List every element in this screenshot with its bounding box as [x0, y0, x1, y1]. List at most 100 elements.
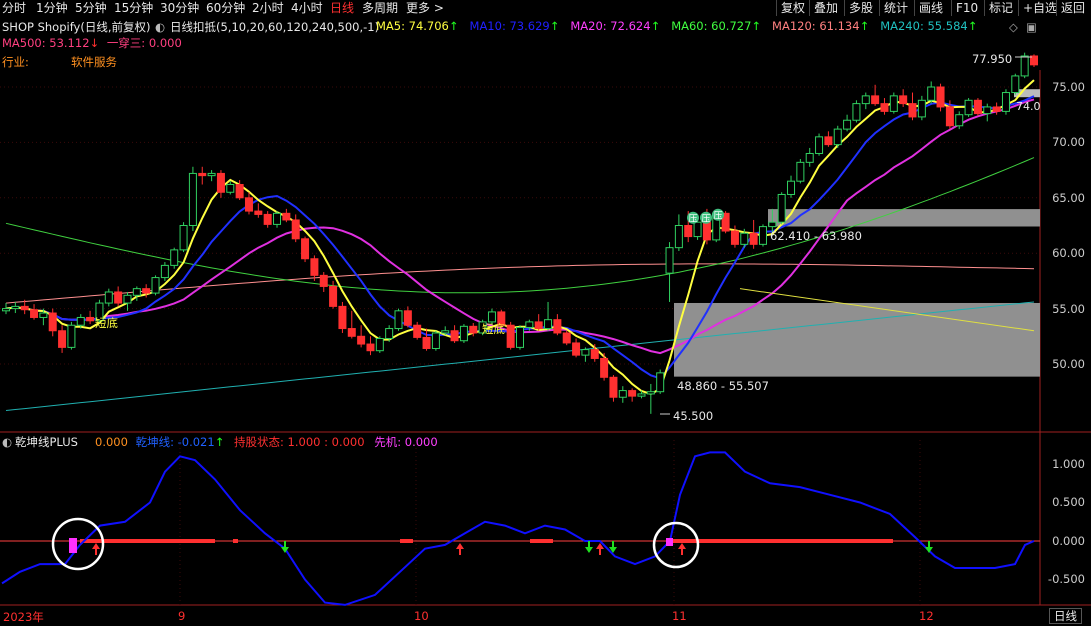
candle-body: [618, 390, 627, 398]
candle-body: [394, 310, 403, 330]
candle-body: [973, 99, 982, 115]
period-indicator-button[interactable]: 日线: [1049, 608, 1082, 624]
xianji-bar: [69, 538, 77, 553]
qiankun-line: [1, 451, 1035, 606]
candle-body: [553, 319, 562, 334]
candle-body: [628, 390, 637, 397]
candle-body: [702, 221, 711, 241]
candle-body: [646, 391, 655, 395]
candle-body: [2, 308, 10, 312]
candle-body: [329, 285, 338, 307]
sub-indicator-title: 乾坤线PLUS: [15, 435, 78, 449]
high-price-label: 77.950: [972, 52, 1013, 66]
candle-body: [749, 232, 758, 245]
holding-bar: [80, 539, 215, 543]
candle-body: [544, 319, 553, 330]
candle-body: [572, 342, 581, 356]
buy-arrow-icon: [456, 543, 464, 555]
holding-bar: [233, 539, 238, 543]
candle-body: [861, 95, 870, 105]
candle-body: [955, 114, 964, 127]
candle-body: [1001, 92, 1010, 112]
candle-body: [170, 249, 179, 266]
zone-upper-label: 62.410 - 63.980: [770, 229, 862, 243]
candle-body: [48, 312, 57, 332]
x-label-oct: 10: [414, 609, 429, 623]
x-label-nov: 11: [672, 609, 687, 623]
sub-y-label-05: 0.500: [1052, 495, 1085, 509]
candle-body: [730, 230, 739, 245]
candle-body: [796, 161, 805, 182]
candle-body: [516, 326, 524, 348]
zone-lower-label: 48.860 - 55.507: [677, 379, 769, 393]
xianji-bar: [666, 538, 673, 546]
sub-value-0: 0.000: [95, 435, 128, 449]
candle-body: [908, 103, 917, 118]
candle-body: [235, 184, 244, 199]
y-label-75: 75.00: [1052, 80, 1085, 94]
candle-body: [263, 213, 272, 225]
pressure-mark-text: 压: [688, 214, 697, 225]
candle-body: [684, 225, 693, 238]
candle-body: [945, 106, 954, 127]
candle-body: [506, 324, 515, 348]
candle-body: [843, 119, 852, 130]
price-chart[interactable]: 压压压: [0, 0, 1091, 626]
candle-body: [665, 247, 674, 274]
candle-body: [815, 136, 824, 154]
y-label-70: 70.00: [1052, 135, 1085, 149]
low-price-label: 45.500: [673, 409, 714, 423]
candle-body: [319, 274, 328, 287]
candle-body: [600, 357, 609, 378]
sell-arrow-icon: [925, 541, 933, 553]
right-price-tag: 74.0: [1016, 100, 1041, 113]
qiankun-value: 乾坤线: -0.021: [135, 435, 215, 449]
candle-body: [198, 172, 207, 177]
buy-arrow-icon: [92, 543, 100, 555]
candle-body: [1020, 55, 1029, 77]
candle-body: [880, 103, 889, 112]
candle-body: [179, 225, 188, 251]
candle-body: [469, 325, 478, 334]
candle-body: [282, 212, 291, 221]
x-label-sep: 9: [178, 609, 186, 623]
y-label-55: 55.00: [1052, 302, 1085, 316]
candle-body: [590, 349, 599, 359]
candle-body: [30, 309, 39, 318]
candle-body: [525, 321, 534, 328]
candle-body: [917, 99, 926, 118]
holding-bar: [400, 539, 413, 543]
y-label-65: 65.00: [1052, 191, 1085, 205]
resistance-zone: [768, 209, 1040, 227]
candle-body: [562, 332, 571, 344]
candle-body: [67, 324, 76, 348]
sub-y-label-0: 0.000: [1052, 534, 1085, 548]
candle-body: [58, 330, 67, 348]
holding-status: 持股状态: 1.000 : 0.000: [234, 435, 365, 449]
sub-y-label-neg05: -0.500: [1047, 572, 1085, 586]
candle-body: [413, 324, 422, 338]
candle-body: [123, 294, 132, 304]
candle-body: [104, 291, 113, 304]
candle-body: [459, 325, 468, 342]
buy-arrow-icon: [678, 543, 686, 555]
candle-body: [787, 180, 796, 195]
candle-body: [216, 172, 225, 193]
candle-body: [927, 86, 936, 101]
short-bottom-label-2: 短底: [482, 322, 505, 336]
candle-body: [207, 172, 216, 177]
sub-indicator-values: 0.000 乾坤线: -0.021↑ 持股状态: 1.000 : 0.000 先…: [95, 434, 438, 450]
candle-body: [637, 393, 646, 397]
candle-body: [871, 95, 880, 105]
y-label-60: 60.00: [1052, 246, 1085, 260]
candle-body: [347, 328, 356, 337]
candle-body: [301, 238, 310, 260]
candle-body: [86, 316, 95, 322]
candle-body: [441, 330, 450, 334]
sub-collapse-icon[interactable]: ◐: [2, 434, 12, 450]
x-label-dec: 12: [919, 609, 934, 623]
candle-body: [833, 128, 842, 146]
candle-body: [273, 212, 282, 225]
candle-body: [142, 288, 151, 294]
candle-body: [768, 221, 777, 228]
